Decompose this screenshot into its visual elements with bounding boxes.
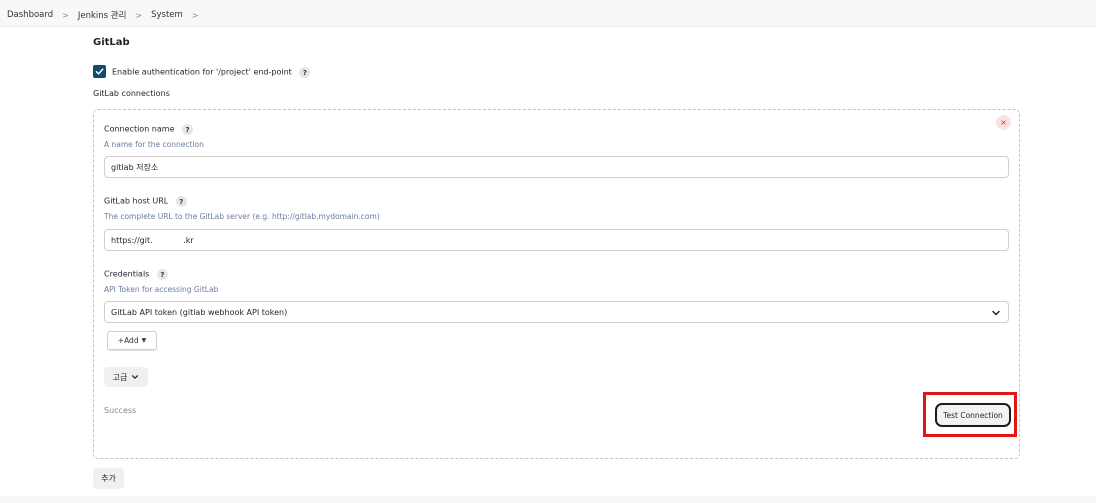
breadcrumb: Dashboard > Jenkins 관리 > System > bbox=[7, 9, 208, 21]
add-credentials-button[interactable]: + Add ▼ bbox=[107, 331, 157, 350]
advanced-button-label: 고급 bbox=[112, 372, 128, 382]
help-icon[interactable]: ? bbox=[299, 67, 311, 78]
breadcrumb-dashboard[interactable]: Dashboard bbox=[7, 10, 53, 20]
auth-checkbox-text: Enable authentication for '/project' end… bbox=[112, 67, 292, 77]
breadcrumb-separator-icon[interactable]: > bbox=[192, 11, 199, 20]
chevron-down-icon bbox=[132, 375, 139, 379]
help-icon[interactable]: ? bbox=[156, 269, 168, 280]
host-url-description: The complete URL to the GitLab server (e… bbox=[104, 212, 380, 221]
chevron-down-icon bbox=[992, 310, 1000, 316]
connection-name-label-text: Connection name bbox=[104, 124, 175, 134]
auth-checkbox-label: Enable authentication for '/project' end… bbox=[112, 67, 311, 78]
host-url-label-text: GitLab host URL bbox=[104, 196, 169, 206]
connection-status: Success bbox=[104, 406, 137, 415]
credentials-selected-value: GitLab API token (gitlab webhook API tok… bbox=[111, 307, 288, 317]
checkmark-icon bbox=[95, 68, 104, 75]
caret-down-icon: ▼ bbox=[141, 337, 147, 344]
close-icon[interactable]: × bbox=[996, 115, 1011, 130]
top-bar: Dashboard > Jenkins 관리 > System > bbox=[0, 0, 1096, 27]
credentials-description: API Token for accessing GitLab bbox=[104, 285, 219, 294]
auth-checkbox[interactable] bbox=[93, 65, 106, 78]
breadcrumb-separator-icon[interactable]: > bbox=[135, 11, 142, 20]
breadcrumb-system[interactable]: System bbox=[151, 10, 183, 20]
connection-name-input[interactable]: gitlab 저장소 bbox=[104, 156, 1009, 178]
bottom-bar bbox=[0, 496, 1096, 503]
connection-name-description: A name for the connection bbox=[104, 140, 204, 149]
help-icon[interactable]: ? bbox=[182, 124, 194, 135]
credentials-select[interactable]: GitLab API token (gitlab webhook API tok… bbox=[104, 301, 1009, 323]
add-connection-button[interactable]: 추가 bbox=[93, 468, 124, 489]
breadcrumb-jenkins-manage[interactable]: Jenkins 관리 bbox=[78, 9, 127, 21]
test-connection-button[interactable]: Test Connection bbox=[935, 403, 1011, 427]
credentials-label-text: Credentials bbox=[104, 269, 150, 279]
host-url-label: GitLab host URL ? bbox=[104, 196, 187, 207]
connections-heading: GitLab connections bbox=[93, 89, 170, 98]
credentials-label: Credentials ? bbox=[104, 269, 168, 280]
breadcrumb-separator-icon[interactable]: > bbox=[62, 11, 69, 20]
host-url-input[interactable]: https://git. .kr bbox=[104, 229, 1009, 251]
advanced-button[interactable]: 고급 bbox=[104, 367, 148, 387]
section-title: GitLab bbox=[93, 37, 130, 48]
connection-name-label: Connection name ? bbox=[104, 124, 194, 135]
add-credentials-label: Add bbox=[124, 336, 139, 345]
help-icon[interactable]: ? bbox=[175, 196, 187, 207]
